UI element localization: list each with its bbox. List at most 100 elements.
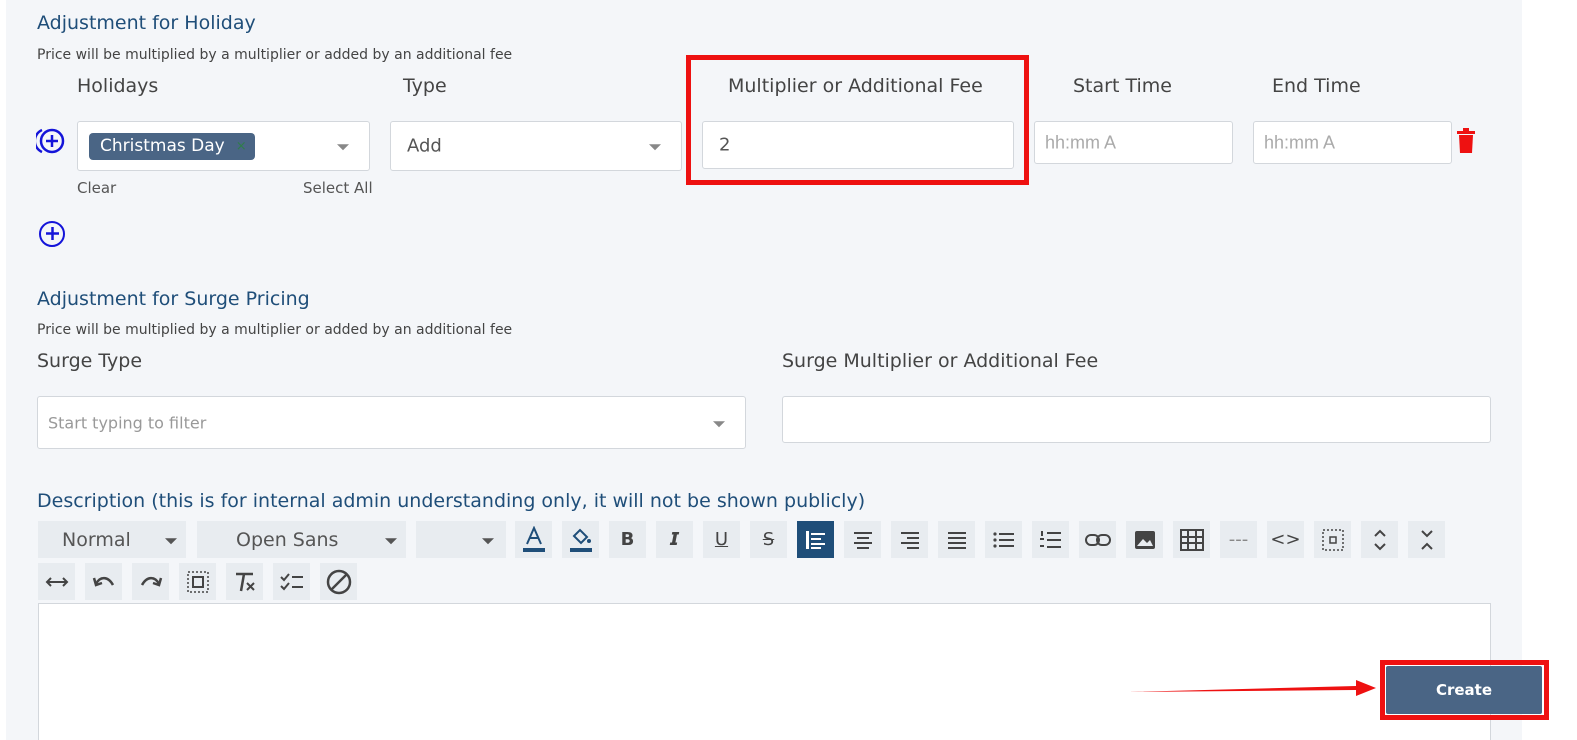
italic-icon: 𝙄 — [669, 529, 680, 550]
chevron-down-icon — [713, 420, 725, 427]
select-all-icon — [186, 570, 209, 593]
font-color-icon — [522, 525, 545, 552]
multiplier-input-value: 2 — [719, 134, 731, 156]
holidays-column-label: Holidays — [77, 75, 159, 97]
create-button[interactable]: Create — [1386, 666, 1542, 714]
align-left-button[interactable] — [797, 521, 834, 558]
trash-icon — [1457, 128, 1475, 153]
align-justify-icon — [947, 531, 966, 549]
align-left-icon — [805, 530, 825, 549]
redo-icon — [140, 576, 162, 587]
paragraph-style-select[interactable]: Normal — [38, 521, 186, 558]
chevron-down-icon — [385, 537, 397, 544]
start-time-column-label: Start Time — [1073, 75, 1172, 97]
remove-format-icon — [235, 572, 255, 591]
chevrons-collapse-icon — [1420, 529, 1433, 550]
end-time-input[interactable]: hh:mm A — [1253, 121, 1452, 164]
multiplier-input[interactable]: 2 — [702, 121, 1014, 169]
numbered-list-icon — [1039, 530, 1061, 548]
surge-type-placeholder: Start typing to filter — [48, 413, 207, 432]
chevron-down-icon — [165, 537, 177, 544]
highlight-color-button[interactable] — [562, 521, 599, 558]
bold-button[interactable]: 𝗕 — [609, 521, 646, 558]
surge-section-subtitle: Price will be multiplied by a multiplier… — [37, 322, 513, 338]
checklist-icon — [279, 572, 303, 590]
holiday-chip: Christmas Day × — [89, 133, 255, 160]
image-icon — [1134, 530, 1155, 549]
plus-circle-icon — [45, 227, 59, 240]
font-family-select[interactable]: Open Sans — [197, 521, 406, 558]
clear-content-button[interactable] — [320, 563, 357, 600]
align-justify-button[interactable] — [938, 521, 975, 558]
add-row-inline-button[interactable] — [33, 126, 70, 156]
link-icon — [1084, 533, 1111, 546]
surge-type-select[interactable]: Start typing to filter — [37, 396, 746, 449]
start-time-placeholder: hh:mm A — [1045, 132, 1117, 152]
link-button[interactable] — [1079, 521, 1116, 558]
select-all-link[interactable]: Select All — [303, 179, 373, 197]
horizontal-rule-icon: --- — [1228, 529, 1249, 550]
collapse-button[interactable] — [1408, 521, 1445, 558]
strikethrough-button[interactable]: S — [750, 521, 787, 558]
show-blocks-button[interactable] — [1314, 521, 1351, 558]
underline-icon: U — [714, 529, 729, 550]
font-color-button[interactable] — [515, 521, 552, 558]
table-button[interactable] — [1173, 521, 1210, 558]
chevrons-expand-icon — [1373, 529, 1386, 550]
font-size-select[interactable] — [416, 521, 506, 558]
plus-circle-icon — [33, 128, 65, 154]
arrows-horizontal-icon — [45, 576, 68, 587]
undo-button[interactable] — [85, 563, 122, 600]
bold-icon: 𝗕 — [620, 529, 635, 550]
surge-section-title: Adjustment for Surge Pricing — [37, 288, 310, 310]
show-blocks-icon — [1321, 528, 1344, 551]
paint-bucket-icon — [569, 528, 592, 552]
font-family-value: Open Sans — [236, 528, 339, 551]
expand-button[interactable] — [1361, 521, 1398, 558]
add-holiday-row-button[interactable] — [39, 221, 65, 247]
type-select-value: Add — [407, 135, 442, 157]
holiday-section-subtitle: Price will be multiplied by a multiplier… — [37, 47, 513, 63]
chevron-down-icon — [337, 144, 349, 151]
type-select[interactable]: Add — [390, 121, 682, 171]
checklist-button[interactable] — [273, 563, 310, 600]
align-center-button[interactable] — [844, 521, 881, 558]
description-editor[interactable] — [38, 603, 1491, 740]
underline-button[interactable]: U — [703, 521, 740, 558]
remove-format-button[interactable] — [226, 563, 263, 600]
table-icon — [1179, 528, 1204, 551]
description-label: Description (this is for internal admin … — [37, 490, 866, 512]
image-button[interactable] — [1126, 521, 1163, 558]
end-time-placeholder: hh:mm A — [1264, 132, 1336, 152]
align-right-button[interactable] — [891, 521, 928, 558]
strikethrough-icon: S — [762, 529, 775, 550]
holidays-multiselect[interactable]: Christmas Day × — [77, 121, 370, 171]
surge-type-label: Surge Type — [37, 350, 143, 372]
delete-row-button[interactable] — [1456, 128, 1476, 154]
chevron-down-icon — [482, 537, 494, 544]
type-column-label: Type — [403, 75, 447, 97]
clear-link[interactable]: Clear — [77, 179, 116, 197]
select-all-content-button[interactable] — [179, 563, 216, 600]
annotation-arrow — [1128, 678, 1378, 698]
horizontal-rule-button[interactable]: --- — [1220, 521, 1257, 558]
holiday-chip-label: Christmas Day — [100, 136, 225, 156]
numbered-list-button[interactable] — [1032, 521, 1069, 558]
redo-button[interactable] — [132, 563, 169, 600]
full-width-button[interactable] — [38, 563, 75, 600]
start-time-input[interactable]: hh:mm A — [1034, 121, 1233, 164]
bullet-list-icon — [992, 531, 1014, 548]
code-view-button[interactable]: <> — [1267, 521, 1304, 558]
chevron-down-icon — [649, 144, 661, 151]
italic-button[interactable]: 𝙄 — [656, 521, 693, 558]
bullet-list-button[interactable] — [985, 521, 1022, 558]
prohibited-icon — [326, 569, 351, 594]
holiday-section-title: Adjustment for Holiday — [37, 12, 256, 34]
surge-fee-input[interactable] — [782, 396, 1491, 443]
end-time-column-label: End Time — [1272, 75, 1361, 97]
code-icon: <> — [1270, 529, 1301, 550]
align-center-icon — [853, 531, 872, 549]
chip-remove-icon[interactable]: × — [236, 133, 247, 160]
undo-icon — [92, 576, 114, 587]
align-right-icon — [900, 531, 919, 549]
